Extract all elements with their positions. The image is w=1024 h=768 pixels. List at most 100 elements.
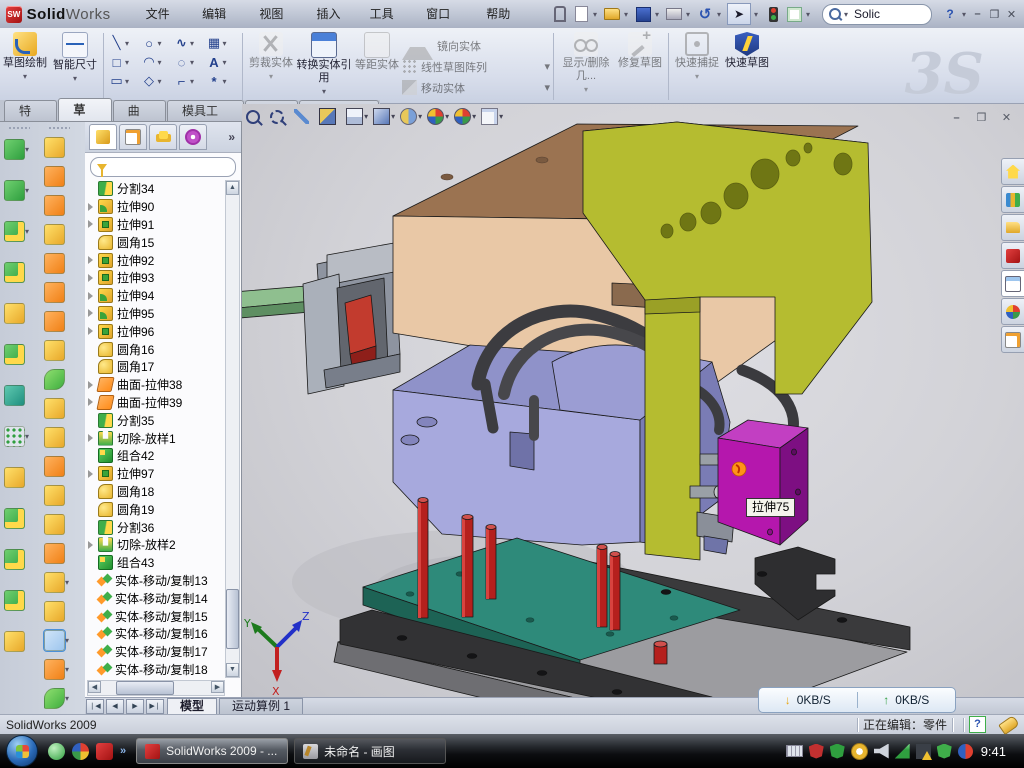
hud-button[interactable]: ▾ bbox=[270, 110, 289, 124]
tray-icon[interactable] bbox=[895, 744, 910, 759]
scroll-thumb[interactable] bbox=[116, 681, 174, 695]
hud-button[interactable]: ▾ bbox=[454, 108, 476, 125]
print-icon[interactable] bbox=[665, 5, 683, 23]
tree-item[interactable]: 拉伸92 bbox=[87, 251, 227, 269]
tree-item[interactable]: 圆角19 bbox=[87, 500, 227, 518]
scroll-thumb[interactable] bbox=[226, 589, 239, 649]
task-pane-tab[interactable] bbox=[1001, 242, 1024, 269]
expander-icon[interactable] bbox=[88, 289, 98, 303]
toolbar-button[interactable]: ▾ bbox=[4, 303, 33, 324]
tray-icon[interactable] bbox=[916, 744, 931, 759]
hud-button[interactable]: ▾ bbox=[294, 109, 314, 124]
tree-item[interactable]: 拉伸93 bbox=[87, 269, 227, 287]
tab-configuration-manager[interactable] bbox=[149, 124, 177, 150]
toolbar-button[interactable]: ▾ bbox=[44, 543, 73, 564]
tray-icon[interactable] bbox=[830, 744, 845, 759]
tree-item[interactable]: 实体-移动/复制18 bbox=[87, 661, 227, 678]
tree-item[interactable]: 分割36 bbox=[87, 518, 227, 536]
toolbar-button[interactable]: ▾ bbox=[44, 137, 73, 158]
hud-button[interactable]: ▾ bbox=[319, 108, 341, 125]
tree-item[interactable]: 拉伸94 bbox=[87, 287, 227, 305]
chevron-right-icon[interactable]: » bbox=[228, 130, 235, 144]
sketch-button[interactable]: 草图绘制 ▾ bbox=[0, 30, 50, 98]
menu-item[interactable]: 编辑(E) bbox=[191, 3, 248, 25]
hud-button[interactable]: ▾ bbox=[481, 108, 503, 125]
task-pane-tab[interactable] bbox=[1001, 158, 1024, 185]
convert-entities-button[interactable]: 转换实体引用 ▾ bbox=[296, 30, 352, 98]
toolbar-button[interactable]: ▾ bbox=[44, 514, 73, 535]
toolbar-button[interactable]: ▾ bbox=[44, 427, 73, 448]
toolbar-button[interactable]: ▾ bbox=[44, 485, 73, 506]
sketch-entity-button[interactable]: ▭▾ bbox=[109, 72, 140, 90]
model-magenta-block[interactable] bbox=[718, 420, 808, 545]
dropdown-arrow[interactable]: ▾ bbox=[844, 10, 851, 19]
select-tool-button[interactable]: ➤ bbox=[727, 3, 751, 25]
rebuild-icon[interactable] bbox=[764, 5, 782, 23]
toolbar-button[interactable]: ▾ bbox=[44, 282, 73, 303]
tree-item[interactable]: 拉伸96 bbox=[87, 322, 227, 340]
expander-icon[interactable] bbox=[88, 271, 98, 285]
toolbar-button[interactable]: ▾ bbox=[44, 456, 73, 477]
tree-item[interactable]: 拉伸97 bbox=[87, 465, 227, 483]
task-pane-tab[interactable] bbox=[1001, 186, 1024, 213]
rapid-sketch-button[interactable]: 快速草图 bbox=[722, 30, 772, 98]
tree-item[interactable]: 分割35 bbox=[87, 411, 227, 429]
help-icon[interactable]: ? bbox=[941, 5, 959, 23]
tab-nav-button[interactable]: ▶❘ bbox=[146, 699, 164, 714]
tab-nav-button[interactable]: ❘◀ bbox=[86, 699, 104, 714]
tree-item[interactable]: 实体-移动/复制17 bbox=[87, 643, 227, 661]
command-tab[interactable]: 草图 bbox=[58, 98, 111, 121]
save-icon[interactable] bbox=[634, 5, 652, 23]
sketch-entity-button[interactable]: ◌▾ bbox=[174, 53, 205, 71]
tray-icon[interactable] bbox=[937, 744, 952, 759]
hud-button[interactable]: ▾ bbox=[373, 108, 395, 125]
task-button[interactable]: 未命名 - 画图 bbox=[294, 738, 446, 764]
expander-icon[interactable] bbox=[88, 200, 98, 214]
doc-close-button[interactable]: ✕ bbox=[998, 110, 1015, 125]
toolbar-button[interactable]: ▾ bbox=[4, 344, 33, 365]
expander-icon[interactable] bbox=[88, 217, 98, 231]
menu-item[interactable]: 帮助(H) bbox=[475, 3, 533, 25]
toolbar-button[interactable]: ▾ bbox=[4, 467, 33, 488]
tree-horizontal-scrollbar[interactable]: ◀ ▶ bbox=[87, 680, 225, 696]
tray-icon[interactable] bbox=[958, 744, 973, 759]
tree-item[interactable]: 组合43 bbox=[87, 554, 227, 572]
hud-button[interactable]: ▾ bbox=[427, 108, 449, 125]
sketch-entity-button[interactable]: ◇▾ bbox=[142, 72, 173, 90]
toolbar-button[interactable]: ▾ bbox=[44, 253, 73, 274]
tree-item[interactable]: 曲面-拉伸39 bbox=[87, 394, 227, 412]
document-tab[interactable]: 运动算例 1 bbox=[219, 698, 303, 714]
sketch-entity-button[interactable]: ╲▾ bbox=[109, 34, 140, 52]
toolbar-button[interactable]: ▾ bbox=[4, 426, 33, 447]
tab-dimxpert-manager[interactable] bbox=[179, 124, 207, 150]
tab-property-manager[interactable] bbox=[119, 124, 147, 150]
toolbar-button[interactable]: ▾ bbox=[4, 180, 33, 201]
model-clamp-assembly[interactable] bbox=[303, 243, 400, 394]
tree-item[interactable]: 切除-放样1 bbox=[87, 429, 227, 447]
scroll-left-button[interactable]: ◀ bbox=[88, 681, 101, 693]
toolbar-grip[interactable] bbox=[8, 126, 30, 131]
sketch-entity-button[interactable]: □▾ bbox=[109, 53, 140, 71]
mirror-entities-button[interactable]: 镜向实体 bbox=[402, 36, 550, 55]
toolbar-button[interactable]: ▾ bbox=[4, 549, 33, 570]
tree-item[interactable]: 拉伸95 bbox=[87, 305, 227, 323]
tree-item[interactable]: 圆角16 bbox=[87, 340, 227, 358]
close-button[interactable]: ✕ bbox=[1003, 7, 1020, 22]
tree-item[interactable]: 实体-移动/复制13 bbox=[87, 572, 227, 590]
tree-item[interactable]: 圆角18 bbox=[87, 483, 227, 501]
display-delete-relations-button[interactable]: 显示/删除几... ▾ bbox=[557, 30, 615, 98]
toolbar-button[interactable]: ▾ bbox=[44, 601, 73, 622]
expander-icon[interactable] bbox=[88, 538, 98, 552]
new-document-icon[interactable] bbox=[572, 5, 590, 23]
trim-entities-button[interactable]: 剪裁实体 ▾ bbox=[246, 30, 296, 98]
toolbar-button[interactable]: ▾ bbox=[44, 311, 73, 332]
scroll-right-button[interactable]: ▶ bbox=[211, 681, 224, 693]
tree-item[interactable]: 拉伸90 bbox=[87, 198, 227, 216]
tree-item[interactable]: 切除-放样2 bbox=[87, 536, 227, 554]
quick-launch-icon[interactable] bbox=[72, 743, 89, 760]
scroll-down-button[interactable]: ▼ bbox=[226, 663, 239, 677]
document-tab[interactable]: 模型 bbox=[167, 698, 217, 714]
tree-item[interactable]: 拉伸91 bbox=[87, 216, 227, 234]
toolbar-button[interactable]: ▾ bbox=[44, 224, 73, 245]
undo-icon[interactable]: ↺ bbox=[696, 5, 714, 23]
